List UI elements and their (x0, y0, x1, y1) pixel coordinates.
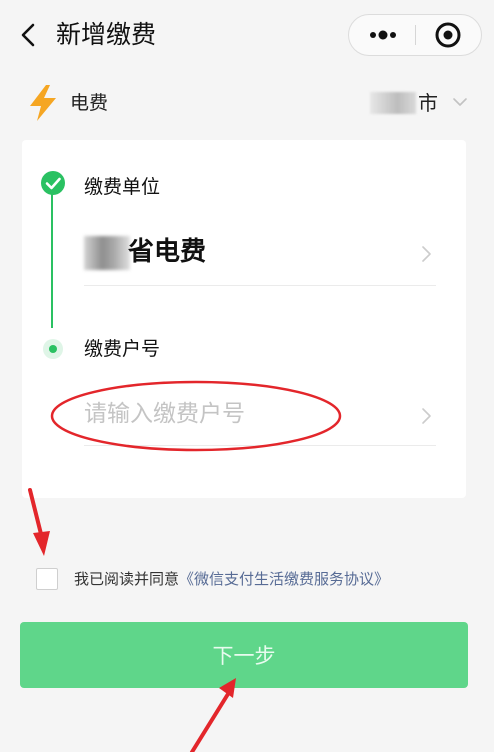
agreement-link[interactable]: 《微信支付生活缴费服务协议》 (179, 570, 389, 588)
payment-unit-value: 省电费 (128, 237, 207, 267)
annotation-arrow-button (190, 678, 236, 752)
payment-form-card: 缴费单位 省电费 缴费户号 (22, 140, 466, 498)
agreement-checkbox[interactable] (36, 568, 58, 590)
navigation-bar: 新增缴费 (0, 0, 494, 72)
chevron-right-icon (422, 408, 431, 424)
chevron-down-icon (453, 98, 467, 106)
more-button[interactable] (349, 15, 415, 55)
annotation-arrow-checkbox (28, 488, 50, 556)
mini-program-capsule (348, 14, 482, 56)
agreement-prefix: 我已阅读并同意 (74, 570, 180, 588)
account-number-input[interactable] (84, 394, 404, 434)
next-step-button[interactable]: 下一步 (20, 622, 468, 688)
category-label: 电费 (70, 92, 109, 114)
payment-unit-selector[interactable]: 省电费 (84, 226, 436, 286)
close-button[interactable] (416, 15, 482, 55)
lightning-bolt-icon (30, 85, 56, 121)
account-number-row[interactable] (84, 386, 436, 446)
city-name-blurred (370, 92, 416, 114)
back-arrow-icon[interactable] (14, 20, 44, 50)
page-title: 新增缴费 (56, 20, 157, 49)
agreement-row: 我已阅读并同意《微信支付生活缴费服务协议》 (36, 566, 476, 594)
step-payment-unit-title: 缴费单位 (84, 176, 161, 198)
city-selector[interactable]: 市 (370, 86, 470, 120)
more-dots-icon (370, 30, 396, 40)
close-target-icon (435, 22, 461, 48)
chevron-right-icon (422, 246, 431, 262)
category-row: 电费 市 (0, 80, 494, 128)
city-label: 市 (418, 91, 438, 115)
check-circle-icon (41, 171, 65, 195)
agreement-text: 我已阅读并同意《微信支付生活缴费服务协议》 (74, 568, 389, 590)
step-connector-line (51, 192, 53, 328)
province-name-blurred (84, 236, 130, 270)
active-dot-icon (43, 339, 63, 359)
step-account-number-title: 缴费户号 (84, 338, 161, 360)
